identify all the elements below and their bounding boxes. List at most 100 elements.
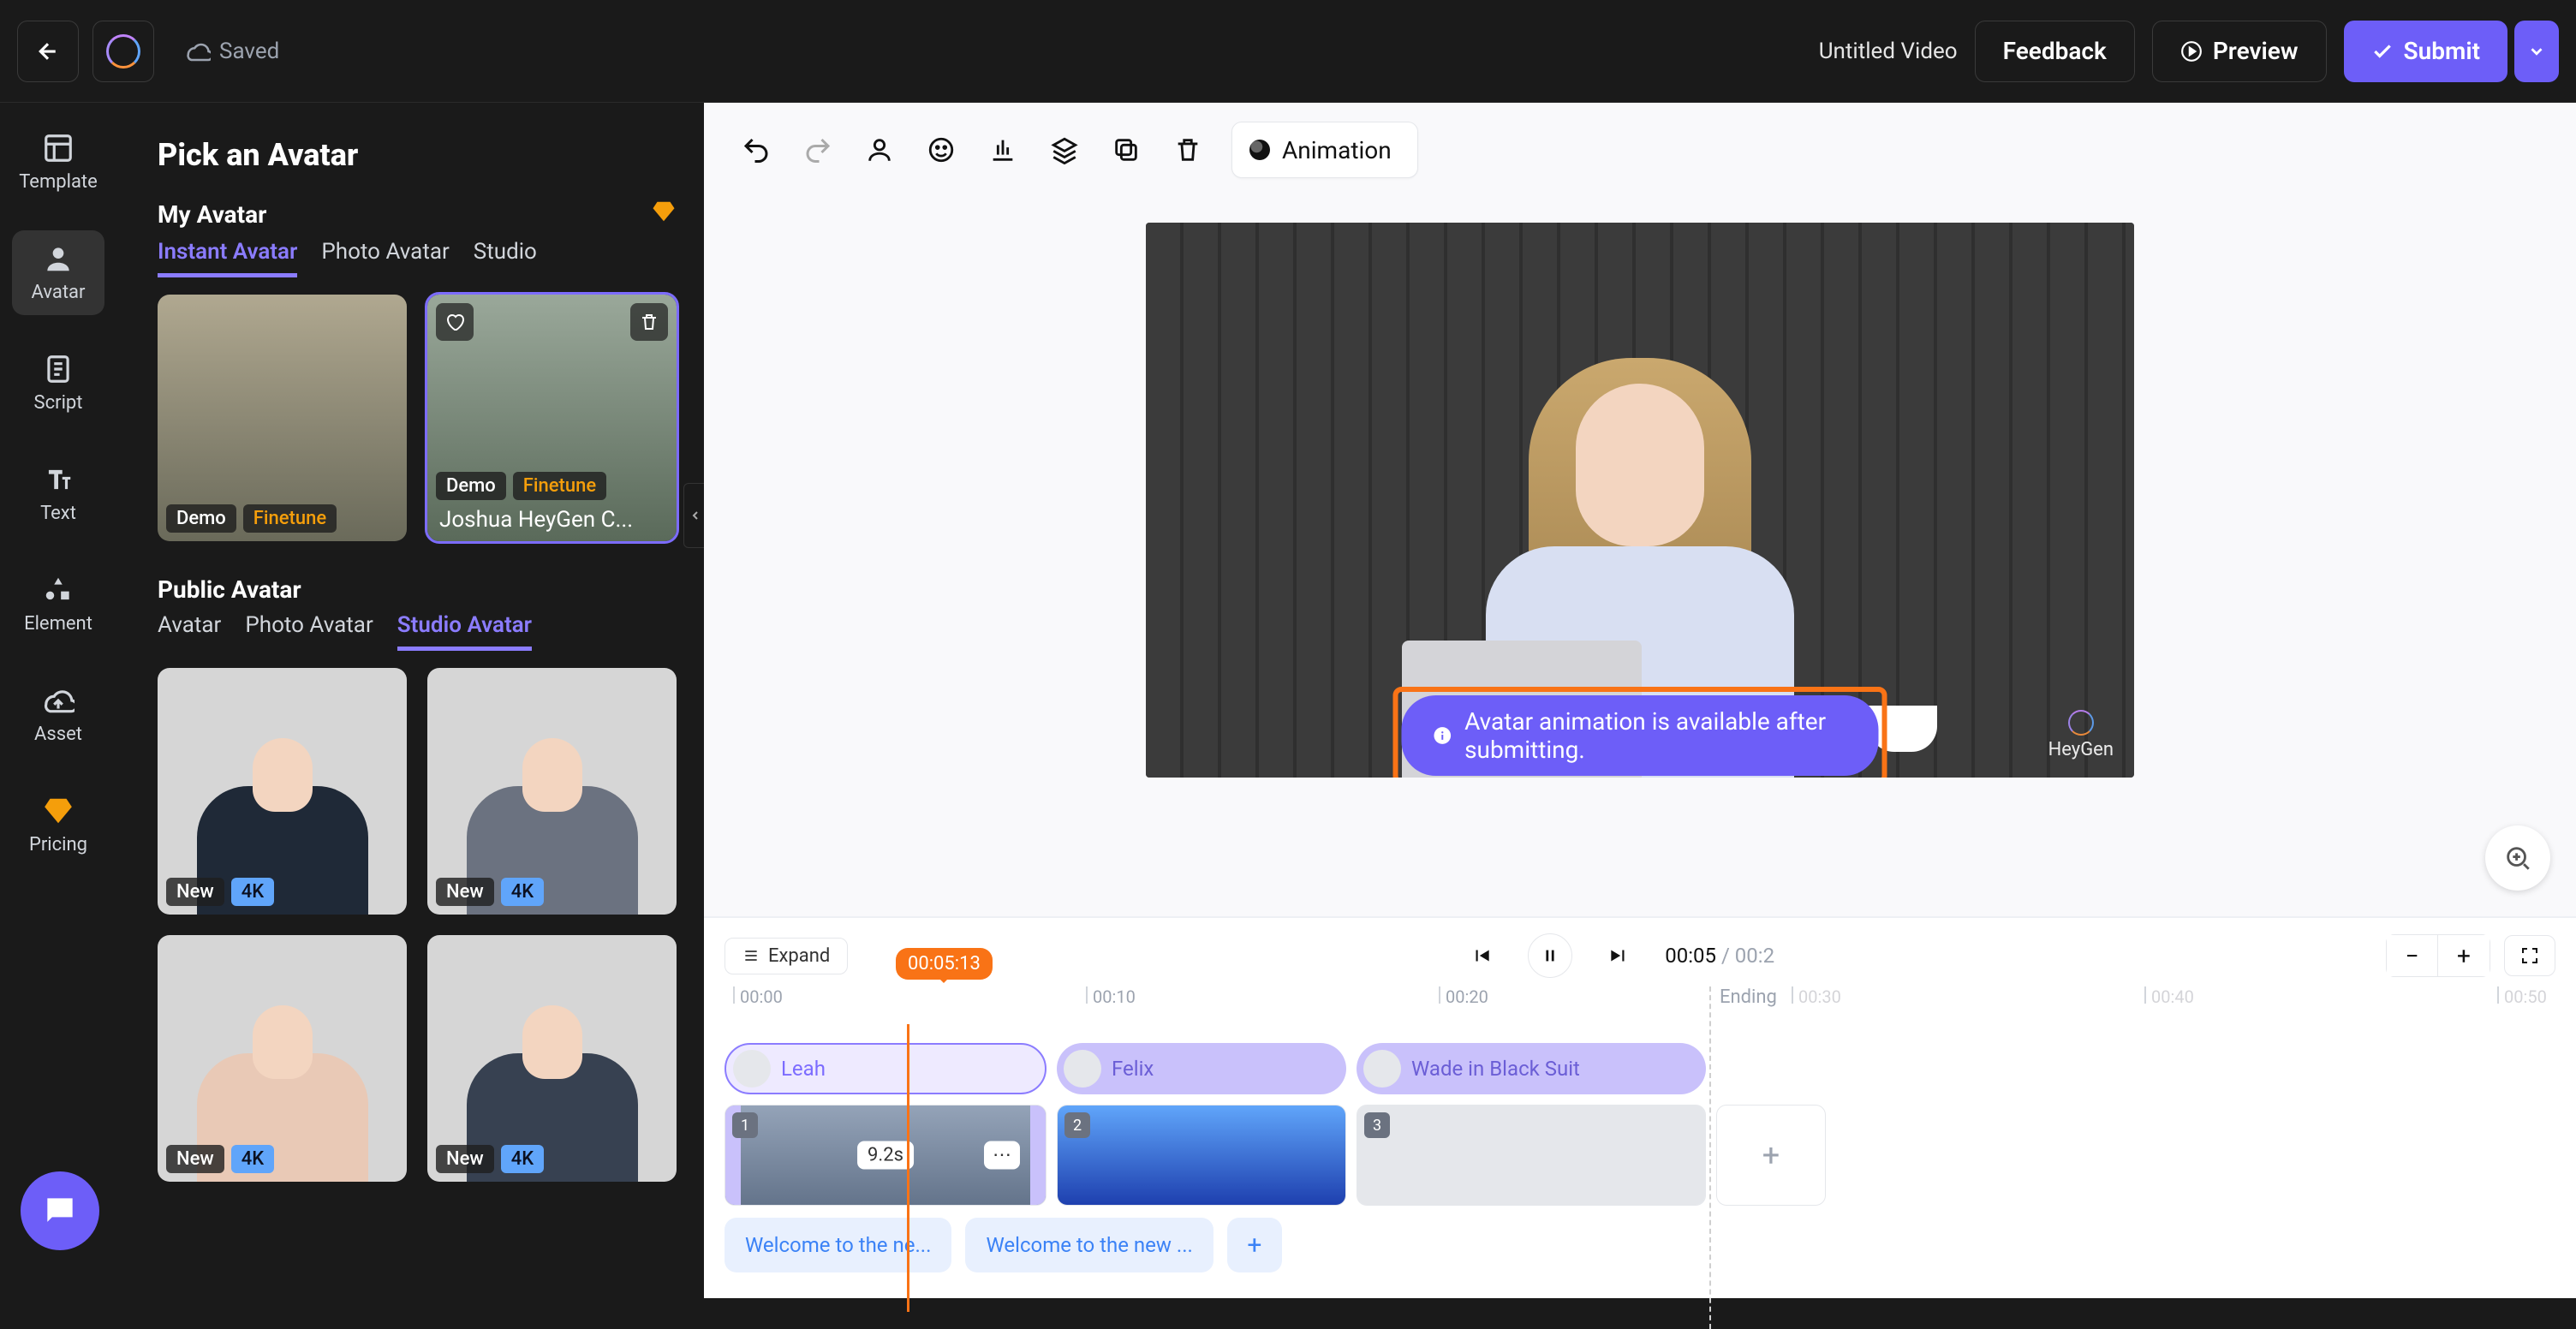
clip-felix[interactable]: Felix (1057, 1043, 1346, 1094)
badge-4k: 4K (501, 878, 544, 906)
timecode: 00:05 / 00:2 (1665, 944, 1774, 968)
vertical-tabs: Template Avatar Script Text Element Asse… (0, 103, 116, 1298)
badge-finetune: Finetune (243, 504, 337, 533)
saved-status: Saved (185, 39, 279, 64)
avatar-card-2[interactable]: Demo Finetune Joshua HeyGen C... (427, 295, 677, 541)
redo-button[interactable] (800, 132, 836, 168)
badge-new: New (166, 878, 224, 906)
zoom-controls: − + (2386, 934, 2490, 977)
clip-wade[interactable]: Wade in Black Suit (1357, 1043, 1706, 1094)
vtab-element-label: Element (24, 613, 92, 635)
public-avatar-tabs: Avatar Photo Avatar Studio Avatar (158, 612, 677, 651)
public-avatar-4[interactable]: New4K (427, 935, 677, 1182)
tab-photo-avatar[interactable]: Photo Avatar (321, 239, 449, 277)
vtab-script-label: Script (34, 392, 83, 414)
align-tool[interactable] (985, 132, 1021, 168)
tab-photo-avatar-pub[interactable]: Photo Avatar (245, 612, 373, 651)
badge-new: New (436, 878, 494, 906)
public-avatar-2[interactable]: New4K (427, 668, 677, 915)
text-track: Welcome to the ne... Welcome to the new … (724, 1218, 2555, 1272)
vtab-template-label: Template (19, 171, 98, 193)
public-avatar-1[interactable]: New4K (158, 668, 407, 915)
play-controls: 00:05 / 00:2 (1459, 933, 1774, 978)
logo-icon (106, 34, 140, 69)
face-tool[interactable] (923, 132, 959, 168)
zoom-button[interactable] (2485, 825, 2550, 891)
layers-tool[interactable] (1046, 132, 1082, 168)
back-button[interactable] (17, 21, 79, 82)
avatar-tool[interactable] (862, 132, 897, 168)
tab-studio-avatar[interactable]: Studio Avatar (397, 612, 532, 651)
video-track: 1 9.2s ⋯ 2 3 + (724, 1105, 2555, 1206)
expand-button[interactable]: Expand (724, 938, 848, 974)
avatar-card-1[interactable]: Demo Finetune (158, 295, 407, 541)
brand-watermark: HeyGen (2048, 710, 2114, 760)
favorite-button[interactable] (436, 303, 474, 341)
canvas-toolbar: Animation (704, 103, 2576, 197)
crown-icon (651, 199, 677, 230)
badge-demo: Demo (436, 472, 506, 500)
tab-avatar[interactable]: Avatar (158, 612, 221, 651)
vtab-avatar[interactable]: Avatar (12, 230, 104, 315)
zoom-in-button[interactable]: + (2438, 935, 2490, 976)
logo-button[interactable] (92, 21, 154, 82)
timeline: Expand 00:05:13 00:05 / 00:2 − + (704, 916, 2576, 1298)
video-preview[interactable]: HeyGen Avatar animation is available aft… (1146, 223, 2134, 778)
vtab-template[interactable]: Template (12, 120, 104, 205)
submit-button[interactable]: Submit (2344, 21, 2507, 82)
badge-new: New (166, 1145, 224, 1173)
skip-forward-button[interactable] (1596, 933, 1641, 978)
zoom-out-button[interactable]: − (2387, 935, 2438, 976)
tab-instant-avatar[interactable]: Instant Avatar (158, 239, 297, 277)
animation-icon (1249, 140, 1270, 160)
vtab-pricing[interactable]: Pricing (12, 783, 104, 867)
video-clip-1[interactable]: 1 9.2s ⋯ (724, 1105, 1046, 1206)
pause-button[interactable] (1528, 933, 1572, 978)
text-clip-1[interactable]: Welcome to the ne... (724, 1218, 951, 1272)
panel-title: Pick an Avatar (158, 137, 677, 173)
gem-icon (42, 795, 75, 827)
notice-text: Avatar animation is available after subm… (1464, 707, 1847, 764)
project-title[interactable]: Untitled Video (1819, 39, 1958, 64)
playhead-line[interactable] (907, 1024, 909, 1312)
preview-label: Preview (2213, 37, 2299, 65)
vtab-element[interactable]: Element (12, 562, 104, 647)
animation-button[interactable]: Animation (1231, 122, 1418, 178)
ruler[interactable]: 00:00 00:10 00:20 Ending 00:30 00:40 00:… (724, 986, 2555, 1029)
trash-tool[interactable] (1170, 132, 1206, 168)
saved-label: Saved (219, 39, 279, 64)
clip-more-button[interactable]: ⋯ (984, 1141, 1020, 1170)
badge-4k: 4K (231, 878, 274, 906)
fit-button[interactable] (2504, 935, 2555, 976)
collapse-panel-button[interactable] (683, 483, 704, 548)
skip-back-button[interactable] (1459, 933, 1504, 978)
public-avatar-3[interactable]: New4K (158, 935, 407, 1182)
tab-studio[interactable]: Studio (474, 239, 537, 277)
vtab-pricing-label: Pricing (29, 834, 87, 855)
feedback-button[interactable]: Feedback (1975, 21, 2135, 82)
badge-4k: 4K (501, 1145, 544, 1173)
copy-tool[interactable] (1108, 132, 1144, 168)
delete-button[interactable] (630, 303, 668, 341)
undo-button[interactable] (738, 132, 774, 168)
preview-button[interactable]: Preview (2152, 21, 2327, 82)
avatar-name: Joshua HeyGen C... (439, 507, 633, 533)
notice-highlight: Avatar animation is available after subm… (1393, 687, 1887, 778)
vtab-asset[interactable]: Asset (12, 672, 104, 757)
badge-4k: 4K (231, 1145, 274, 1173)
video-clip-3[interactable]: 3 (1357, 1105, 1706, 1206)
canvas: HeyGen Avatar animation is available aft… (704, 197, 2576, 916)
my-avatar-heading: My Avatar (158, 200, 266, 229)
badge-finetune: Finetune (513, 472, 606, 500)
video-clip-2[interactable]: 2 (1057, 1105, 1346, 1206)
vtab-text[interactable]: Text (12, 451, 104, 536)
submit-dropdown[interactable] (2514, 21, 2559, 82)
clip-leah[interactable]: Leah (724, 1043, 1046, 1094)
clip-number: 1 (732, 1112, 758, 1138)
add-text-button[interactable]: + (1227, 1218, 1282, 1272)
badge-demo: Demo (166, 504, 236, 533)
chat-button[interactable] (21, 1171, 99, 1250)
clip-number: 2 (1064, 1112, 1090, 1138)
text-clip-2[interactable]: Welcome to the new ... (965, 1218, 1213, 1272)
vtab-script[interactable]: Script (12, 341, 104, 426)
